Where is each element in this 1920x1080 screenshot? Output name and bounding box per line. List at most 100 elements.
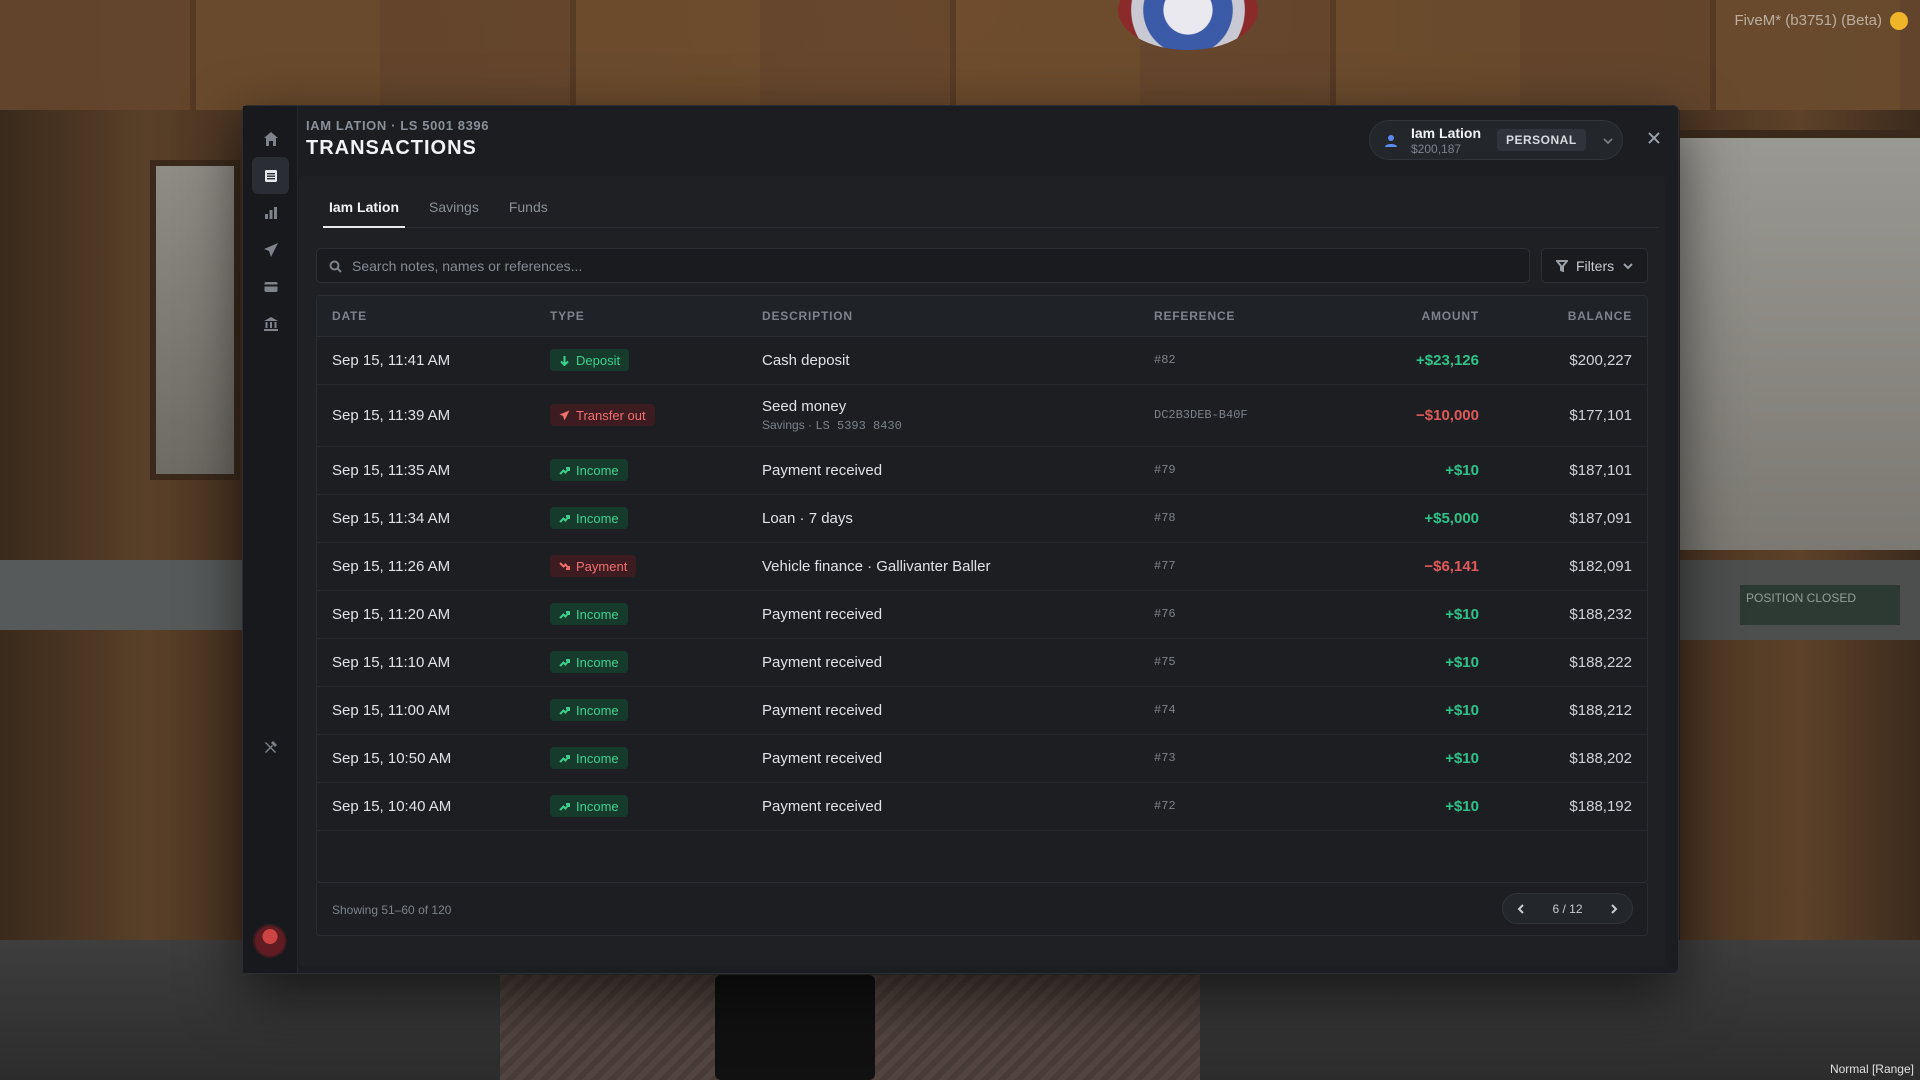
row-date: Sep 15, 11:34 AM (332, 509, 451, 527)
column-header-date[interactable]: DATE (317, 296, 550, 337)
sub-account-number: LS 5393 8430 (815, 418, 902, 433)
prev-page-button[interactable] (1512, 900, 1530, 918)
row-balance: $187,091 (1569, 509, 1632, 527)
description-text: Payment received (762, 749, 883, 767)
description-text: Payment received (762, 605, 883, 623)
table-row[interactable]: Sep 15, 11:20 AM Income Payment received #7… (317, 590, 1647, 638)
column-header-reference[interactable]: REFERENCE (1154, 296, 1319, 337)
table-row[interactable]: Sep 15, 11:35 AM Income Payment received #7… (317, 446, 1647, 494)
transactions-icon[interactable] (252, 157, 289, 194)
column-header-balance[interactable]: BALANCE (1479, 296, 1647, 337)
row-amount: +$23,126 (1416, 351, 1479, 369)
fivem-build-label: FiveM* (b3751) (Beta) (1734, 12, 1882, 29)
description-text: Seed money (762, 397, 847, 415)
type-label: Income (576, 606, 619, 622)
row-amount: +$10 (1445, 749, 1479, 767)
bank-app-window: IAM LATION · LS 5001 8396 TRANSACTIONS I… (242, 105, 1679, 974)
row-reference: #77 (1154, 559, 1176, 573)
row-date: Sep 15, 11:20 AM (332, 605, 451, 623)
type-label: Income (576, 798, 619, 814)
column-header-description[interactable]: DESCRIPTION (762, 296, 1154, 337)
close-icon[interactable] (1642, 126, 1666, 150)
sub-separator: · (808, 417, 813, 432)
card-icon[interactable] (252, 268, 289, 305)
type-badge: Payment (550, 555, 637, 577)
row-balance: $188,212 (1569, 701, 1632, 719)
bank-icon[interactable] (252, 305, 289, 342)
type-label: Income (576, 654, 619, 670)
table-row[interactable]: Sep 15, 10:50 AM Income Payment received #7… (317, 734, 1647, 782)
type-badge: Income (550, 651, 628, 673)
left-window (150, 160, 240, 480)
row-reference: #78 (1154, 511, 1176, 525)
filters-button[interactable]: Filters (1541, 248, 1648, 283)
table-row[interactable]: Sep 15, 11:34 AM Income Loan · 7 days #78 +$… (317, 494, 1647, 542)
breadcrumb: IAM LATION · LS 5001 8396 (306, 118, 490, 133)
tab-funds[interactable]: Funds (503, 198, 554, 228)
row-description: Loan · 7 days (762, 494, 1154, 542)
position-closed-sign: POSITION CLOSED (1740, 585, 1900, 625)
type-badge: Deposit (550, 349, 630, 371)
search-input[interactable] (352, 249, 1512, 282)
side-rail (243, 106, 298, 973)
tools-icon[interactable] (252, 728, 289, 765)
avatar[interactable] (253, 924, 287, 958)
row-description: Payment received (762, 638, 1154, 686)
trend-up-icon (559, 658, 570, 667)
page-indicator: 6 / 12 (1552, 901, 1583, 916)
tab-iam-lation[interactable]: Iam Lation (323, 198, 406, 228)
row-reference: #76 (1154, 607, 1176, 621)
voice-mode-label: Normal [Range] (1829, 1062, 1914, 1076)
account-balance: $200,187 (1411, 142, 1462, 156)
trend-up-icon (559, 466, 570, 475)
table-row[interactable]: Sep 15, 10:40 AM Income Payment received #7… (317, 782, 1647, 830)
player-legs (715, 975, 875, 1080)
row-type: Transfer out (550, 384, 762, 446)
row-description: Cash deposit (762, 336, 1154, 384)
home-icon[interactable] (252, 120, 289, 157)
tab-savings[interactable]: Savings (423, 198, 485, 228)
description-text: Payment received (762, 653, 883, 671)
trend-up-icon (559, 754, 570, 763)
table-row[interactable]: Sep 15, 11:10 AM Income Payment received #7… (317, 638, 1647, 686)
trend-up-icon (559, 610, 570, 619)
next-page-button[interactable] (1605, 900, 1623, 918)
column-header-amount[interactable]: AMOUNT (1319, 296, 1479, 337)
table-row[interactable]: Sep 15, 11:41 AM Deposit Cash deposit #82 +$… (317, 336, 1647, 384)
column-header-type[interactable]: TYPE (550, 296, 762, 337)
row-type: Deposit (550, 336, 762, 384)
type-badge: Income (550, 459, 628, 481)
row-reference: #82 (1154, 353, 1176, 367)
table-row[interactable]: Sep 15, 11:00 AM Income Payment received #7… (317, 686, 1647, 734)
type-label: Income (576, 510, 619, 526)
type-label: Payment (576, 558, 628, 574)
description-text: Payment received (762, 461, 883, 479)
row-description: Payment received (762, 734, 1154, 782)
table-row[interactable]: Sep 15, 11:26 AM Payment Vehicle finance ·… (317, 542, 1647, 590)
account-tabs: Iam Lation Savings Funds (323, 198, 1659, 228)
chevron-down-icon (1602, 134, 1614, 146)
table-row[interactable]: Sep 15, 11:39 AM Transfer out Seed money Sa… (317, 384, 1647, 446)
pagination-summary: Showing 51–60 of 120 (332, 903, 452, 917)
trend-up-icon (559, 706, 570, 715)
transactions-table: DATE TYPE DESCRIPTION REFERENCE AMOUNT B… (316, 295, 1648, 883)
row-date: Sep 15, 11:26 AM (332, 557, 451, 575)
arrow-down-icon (560, 355, 569, 366)
description-text: Loan · 7 days (762, 509, 853, 527)
description-text: Payment received (762, 701, 883, 719)
account-type-badge: PERSONAL (1497, 129, 1586, 151)
type-label: Transfer out (576, 407, 646, 423)
left-counter (0, 560, 245, 630)
row-balance: $200,227 (1569, 351, 1632, 369)
send-icon[interactable] (252, 231, 289, 268)
account-switcher[interactable]: Iam Lation $200,187 PERSONAL (1369, 120, 1623, 160)
type-badge: Income (550, 699, 628, 721)
row-reference: #74 (1154, 703, 1176, 717)
row-type: Income (550, 782, 762, 830)
filter-icon (1556, 259, 1568, 272)
row-date: Sep 15, 11:41 AM (332, 351, 451, 369)
chevron-down-icon (1623, 262, 1633, 269)
search-icon (329, 260, 342, 273)
chart-icon[interactable] (252, 194, 289, 231)
row-description: Payment received (762, 446, 1154, 494)
